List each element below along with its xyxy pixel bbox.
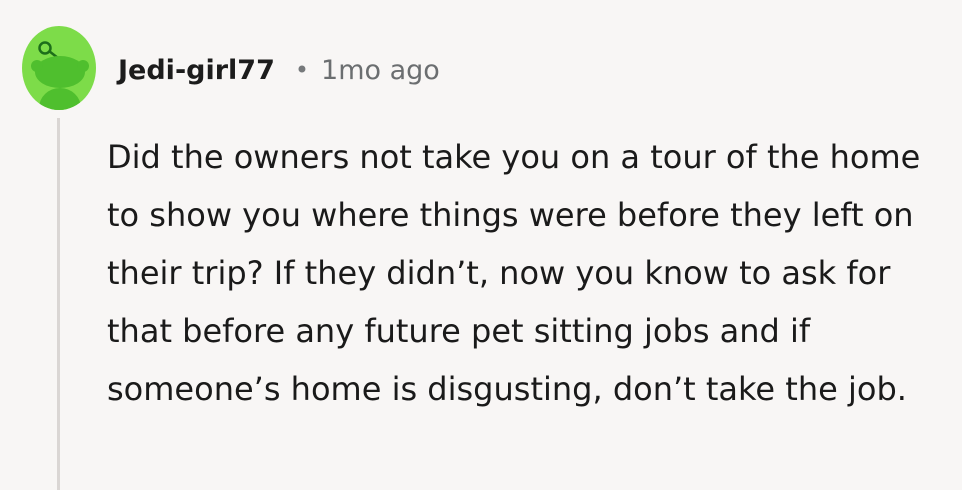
snoo-avatar-icon <box>31 41 89 110</box>
comment-text: Did the owners not take you on a tour of… <box>107 138 921 408</box>
thread-collapse-line[interactable] <box>57 118 60 490</box>
comment-body: Did the owners not take you on a tour of… <box>107 128 947 418</box>
separator-dot: • <box>294 56 310 84</box>
username-link[interactable]: Jedi-girl77 <box>118 55 275 86</box>
comment-meta: Jedi-girl77 • 1mo ago <box>118 50 440 90</box>
user-avatar[interactable] <box>22 26 96 110</box>
comment: Jedi-girl77 • 1mo ago Did the owners not… <box>0 0 962 490</box>
comment-timestamp[interactable]: 1mo ago <box>321 55 440 86</box>
